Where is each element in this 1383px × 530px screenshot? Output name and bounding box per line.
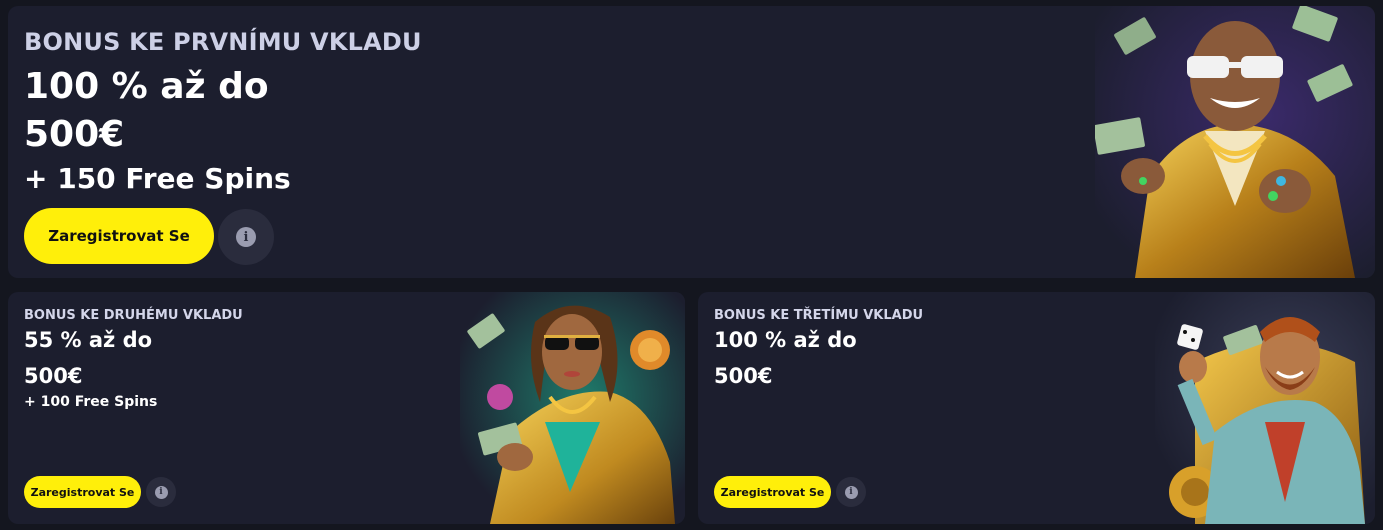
second-deposit-bonus-card: BONUS KE DRUHÉMU VKLADU 55 % až do 500€ … [8, 292, 685, 524]
bonus-percent: 55 % až do [24, 328, 153, 352]
register-button[interactable]: Zaregistrovat Se [714, 476, 831, 508]
bonus-percent: 100 % až do [714, 328, 857, 352]
info-icon: i [236, 227, 256, 247]
bonus-amount: 500€ [24, 114, 125, 155]
info-icon: i [154, 485, 168, 499]
info-button[interactable]: i [146, 477, 176, 507]
first-deposit-bonus-card: BONUS KE PRVNÍMU VKLADU 100 % až do 500€… [8, 6, 1375, 278]
info-button[interactable]: i [218, 209, 274, 265]
bonus-free-spins: + 150 Free Spins [24, 162, 291, 195]
bonus-amount: 500€ [714, 364, 773, 388]
third-deposit-bonus-card: BONUS KE TŘETÍMU VKLADU 100 % až do 500€… [698, 292, 1375, 524]
bonus-title: BONUS KE PRVNÍMU VKLADU [24, 28, 422, 56]
info-button[interactable]: i [836, 477, 866, 507]
rich-man-illustration [1095, 6, 1375, 278]
register-button[interactable]: Zaregistrovat Se [24, 476, 141, 508]
bonus-title: BONUS KE DRUHÉMU VKLADU [24, 308, 243, 323]
bonus-amount: 500€ [24, 364, 83, 388]
bonus-percent: 100 % až do [24, 66, 269, 107]
dice-man-on-throne-illustration [1155, 292, 1375, 524]
bonus-title: BONUS KE TŘETÍMU VKLADU [714, 308, 924, 323]
info-icon: i [844, 485, 858, 499]
gold-jacket-woman-illustration [460, 292, 685, 524]
register-button[interactable]: Zaregistrovat Se [24, 208, 214, 264]
bonus-free-spins: + 100 Free Spins [24, 394, 158, 410]
